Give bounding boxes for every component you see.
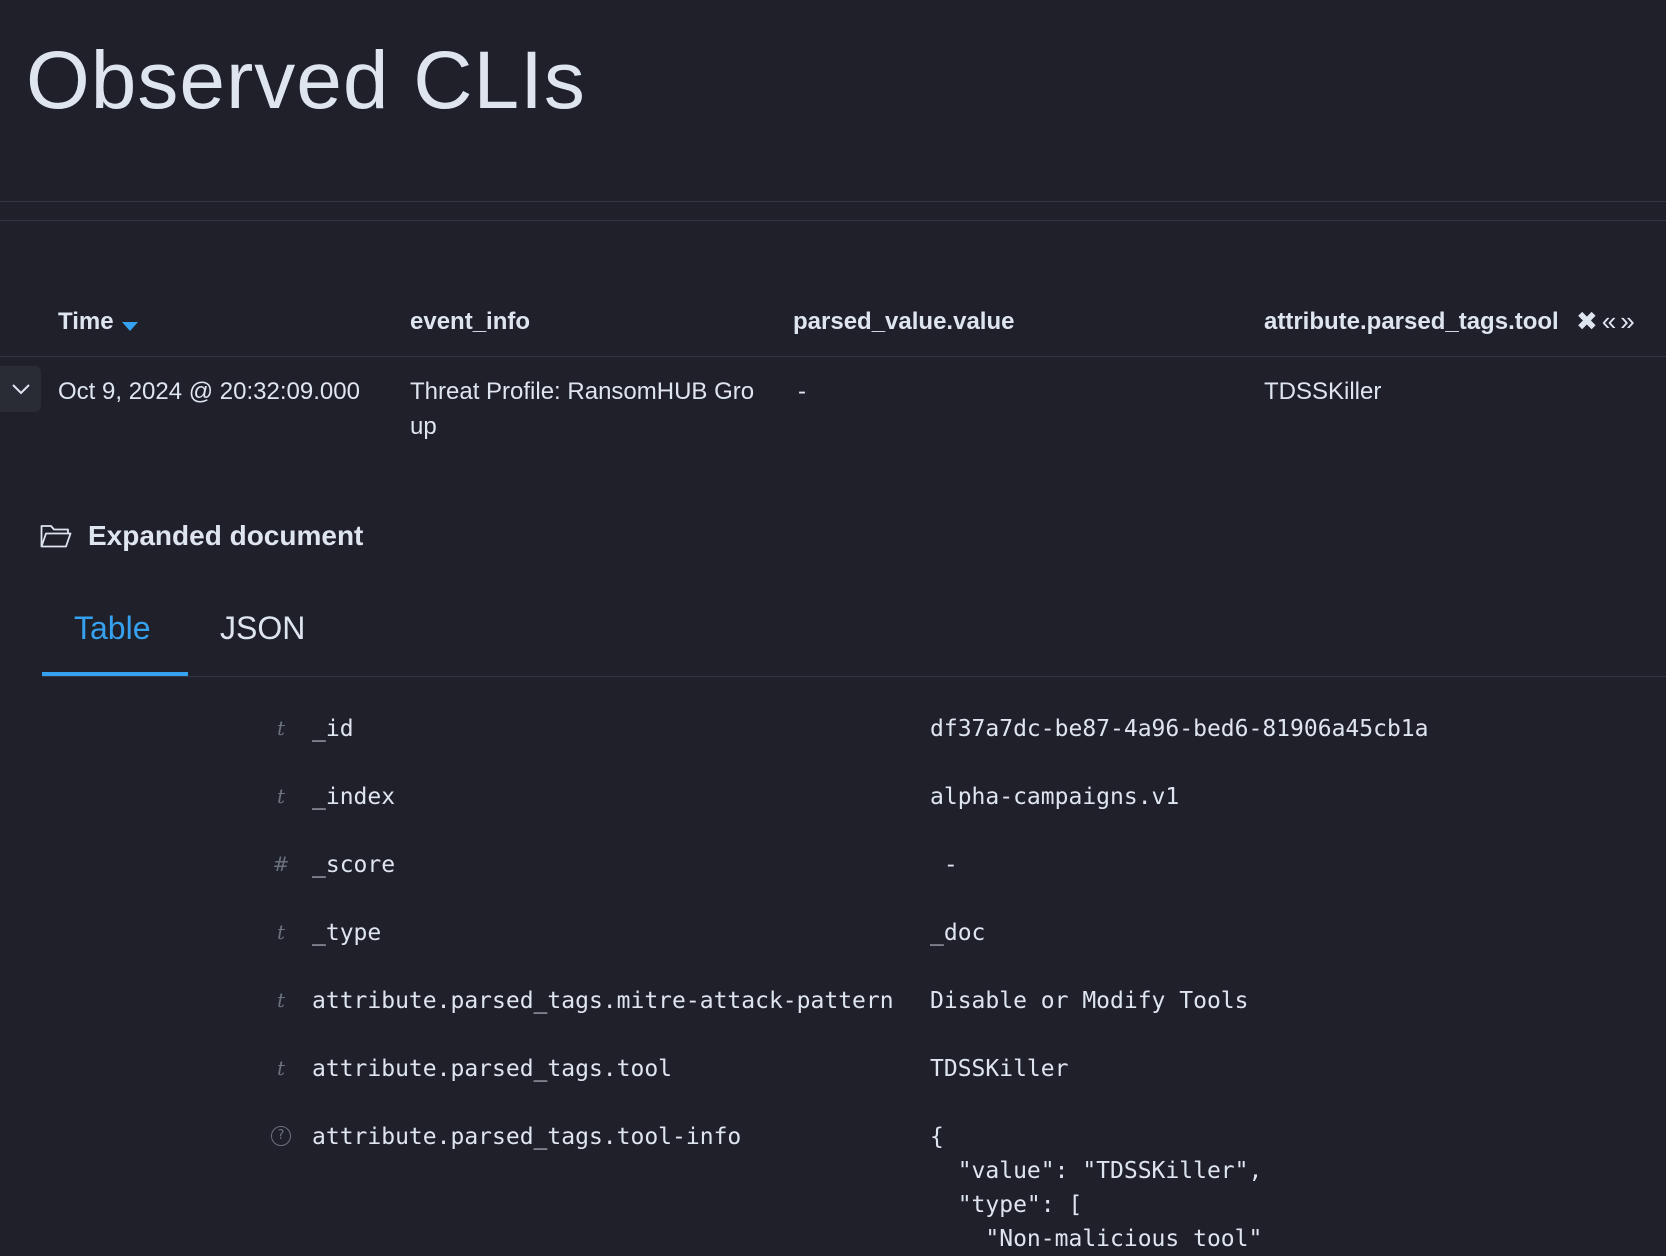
chevron-down-icon xyxy=(11,384,30,395)
column-header-parsed-value[interactable]: parsed_value.value xyxy=(793,308,1014,336)
number-type-icon: # xyxy=(272,852,290,876)
expanded-document-title: Expanded document xyxy=(88,520,364,551)
page-title: Observed CLIs xyxy=(26,35,586,126)
field-name: _type xyxy=(312,920,382,946)
field-name: _score xyxy=(312,852,396,878)
field-value: _doc xyxy=(930,920,986,946)
cell-event-info: Threat Profile: RansomHUB Group xyxy=(410,378,755,440)
cell-tool: TDSSKiller xyxy=(1264,378,1382,405)
move-right-icon[interactable]: » xyxy=(1620,306,1634,337)
field-value: alpha-campaigns.v1 xyxy=(930,784,1180,810)
field-value: { "value": "TDSSKiller", "type": [ "Non-… xyxy=(930,1124,1263,1252)
sort-desc-icon[interactable] xyxy=(121,322,138,331)
divider xyxy=(0,220,1666,221)
field-value: TDSSKiller xyxy=(930,1056,1069,1082)
tab-table[interactable]: Table xyxy=(74,610,151,647)
column-header-label: Time xyxy=(58,308,114,335)
remove-column-icon[interactable]: ✖ xyxy=(1576,306,1598,337)
field-name: _id xyxy=(312,716,354,742)
field-row: t _id df37a7dc-be87-4a96-bed6-81906a45cb… xyxy=(0,712,1666,772)
field-row: ? attribute.parsed_tags.tool-info { "val… xyxy=(0,1120,1666,1256)
string-type-icon: t xyxy=(276,1056,286,1080)
field-value: df37a7dc-be87-4a96-bed6-81906a45cb1a xyxy=(930,716,1429,742)
cell-time: Oct 9, 2024 @ 20:32:09.000 xyxy=(58,378,360,405)
divider xyxy=(0,356,1666,357)
field-row: t _index alpha-campaigns.v1 xyxy=(0,780,1666,840)
divider xyxy=(0,201,1666,202)
divider xyxy=(42,676,1666,677)
move-left-icon[interactable]: « xyxy=(1602,306,1616,337)
string-type-icon: t xyxy=(276,716,286,740)
tab-json[interactable]: JSON xyxy=(220,610,305,647)
expanded-document-heading: Expanded document xyxy=(40,520,363,552)
field-name: attribute.parsed_tags.tool xyxy=(312,1056,673,1082)
field-name: attribute.parsed_tags.mitre-attack-patte… xyxy=(312,988,894,1014)
field-name: _index xyxy=(312,784,396,810)
unknown-type-icon: ? xyxy=(271,1126,291,1146)
column-header-event-info[interactable]: event_info xyxy=(410,308,530,336)
field-value: - xyxy=(930,852,958,878)
string-type-icon: t xyxy=(276,988,286,1012)
field-value: Disable or Modify Tools xyxy=(930,988,1249,1014)
folder-open-icon xyxy=(40,525,72,548)
string-type-icon: t xyxy=(276,784,286,808)
field-name: attribute.parsed_tags.tool-info xyxy=(312,1124,742,1150)
field-row: # _score - xyxy=(0,848,1666,908)
field-row: t attribute.parsed_tags.tool TDSSKiller xyxy=(0,1052,1666,1112)
cell-parsed-value: - xyxy=(798,378,806,405)
field-row: t _type _doc xyxy=(0,916,1666,976)
column-actions: ✖ «» xyxy=(1576,306,1639,337)
row-toggle-button[interactable] xyxy=(0,366,41,412)
string-type-icon: t xyxy=(276,920,286,944)
field-row: t attribute.parsed_tags.mitre-attack-pat… xyxy=(0,984,1666,1044)
column-header-time[interactable]: Time xyxy=(58,308,138,336)
column-header-tool[interactable]: attribute.parsed_tags.tool xyxy=(1264,308,1559,336)
